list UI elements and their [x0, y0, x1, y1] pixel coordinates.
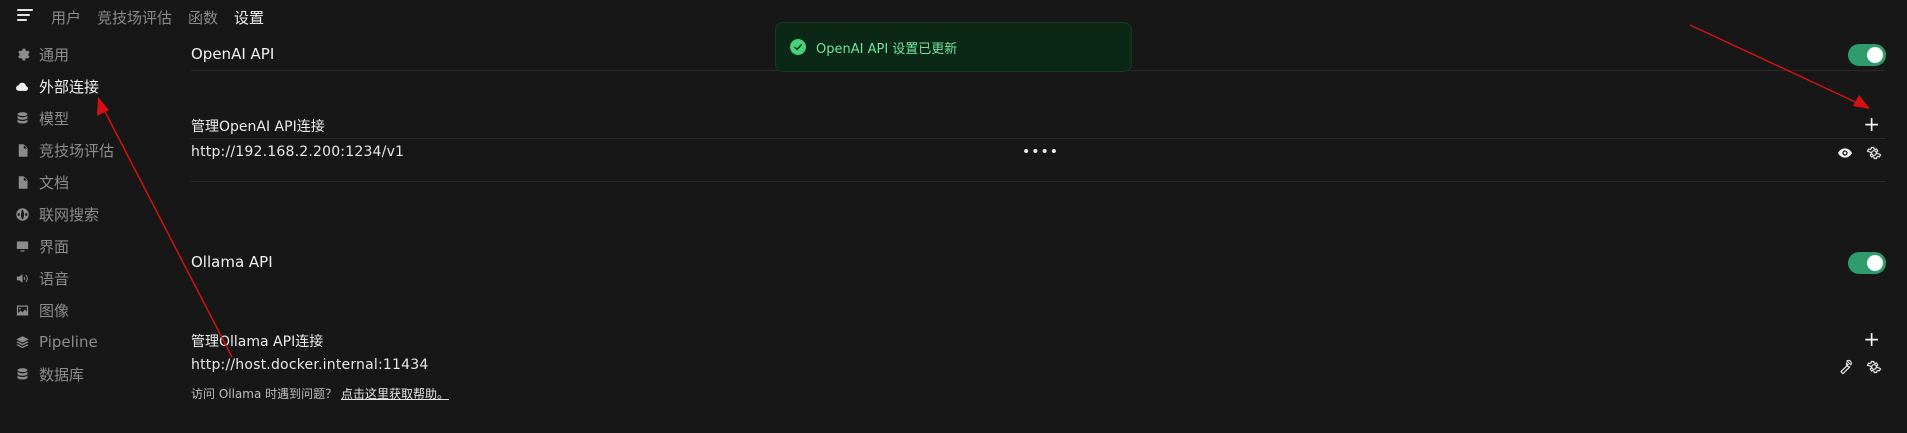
tab-settings[interactable]: 设置: [234, 7, 264, 28]
sidebar-item-label: 图像: [39, 301, 70, 320]
ollama-url[interactable]: http://host.docker.internal:11434: [191, 357, 428, 373]
sidebar-item-label: 数据库: [39, 365, 85, 384]
openai-connections-block: 管理OpenAI API连接 + http://192.168.2.200:12…: [191, 70, 1886, 160]
globe-icon: [14, 206, 30, 222]
document-icon: [14, 142, 30, 158]
sidebar-item-interface[interactable]: 界面: [14, 230, 174, 262]
menu-icon[interactable]: [17, 9, 33, 22]
sidebar-item-label: 语音: [39, 269, 70, 288]
ollama-help-link[interactable]: 点击这里获取帮助。: [341, 387, 449, 401]
tab-functions[interactable]: 函数: [188, 7, 218, 28]
sidebar-item-arena-evaluation[interactable]: 竞技场评估: [14, 134, 174, 166]
tab-users[interactable]: 用户: [51, 7, 81, 28]
sidebar-item-label: 文档: [39, 173, 70, 192]
sidebar-item-label: 外部连接: [39, 77, 100, 96]
speaker-icon: [14, 270, 30, 286]
ollama-manage-label: 管理Ollama API连接: [191, 334, 324, 350]
sidebar-item-general[interactable]: 通用: [14, 38, 174, 70]
sidebar-item-label: 竞技场评估: [39, 141, 115, 160]
sidebar-item-external-connections[interactable]: 外部连接: [14, 70, 174, 102]
ollama-settings-gear-icon[interactable]: [1866, 359, 1882, 375]
sidebar-item-audio[interactable]: 语音: [14, 262, 174, 294]
layers-icon: [14, 334, 30, 350]
add-ollama-connection-button[interactable]: +: [1863, 329, 1880, 349]
toast-message: OpenAI API 设置已更新: [816, 41, 958, 57]
image-icon: [14, 302, 30, 318]
monitor-icon: [14, 238, 30, 254]
database-icon: [14, 110, 30, 126]
gear-icon: [14, 46, 30, 62]
ollama-api-row: Ollama API: [191, 138, 1886, 274]
sidebar-item-database[interactable]: 数据库: [14, 358, 174, 390]
wrench-icon[interactable]: [1837, 359, 1853, 375]
openai-manage-label: 管理OpenAI API连接: [191, 119, 325, 135]
openai-api-title: OpenAI API: [191, 45, 275, 63]
openai-api-toggle[interactable]: [1848, 44, 1886, 66]
ollama-api-toggle[interactable]: [1848, 252, 1886, 274]
sidebar-item-images[interactable]: 图像: [14, 294, 174, 326]
sidebar-item-label: Pipeline: [39, 333, 98, 351]
settings-sidebar: 通用 外部连接 模型 竞技场评估 文档 联网搜索 界面 语音 图像 Pipeli…: [14, 38, 174, 390]
add-openai-connection-button[interactable]: +: [1863, 114, 1880, 134]
sidebar-item-label: 界面: [39, 237, 70, 256]
sidebar-item-label: 通用: [39, 45, 70, 64]
sidebar-item-web-search[interactable]: 联网搜索: [14, 198, 174, 230]
sidebar-item-label: 模型: [39, 109, 70, 128]
ollama-help-text: 访问 Ollama 时遇到问题？ 点击这里获取帮助。: [191, 385, 449, 402]
divider: [191, 181, 1886, 182]
document-icon: [14, 174, 30, 190]
cloud-icon: [14, 78, 30, 94]
sidebar-item-pipeline[interactable]: Pipeline: [14, 326, 174, 358]
ollama-help-prefix: 访问 Ollama 时遇到问题？: [191, 387, 338, 401]
tab-arena-evaluation[interactable]: 竞技场评估: [97, 7, 172, 28]
top-tabs: 用户 竞技场评估 函数 设置: [51, 7, 264, 28]
success-toast: OpenAI API 设置已更新: [775, 22, 1132, 72]
settings-page: 用户 竞技场评估 函数 设置 通用 外部连接 模型 竞技场评估 文档 联网搜索 …: [0, 0, 1907, 433]
sidebar-item-documents[interactable]: 文档: [14, 166, 174, 198]
ollama-api-title: Ollama API: [191, 253, 273, 271]
sidebar-item-models[interactable]: 模型: [14, 102, 174, 134]
check-circle-icon: [790, 39, 806, 55]
database-icon: [14, 366, 30, 382]
sidebar-item-label: 联网搜索: [39, 205, 100, 224]
